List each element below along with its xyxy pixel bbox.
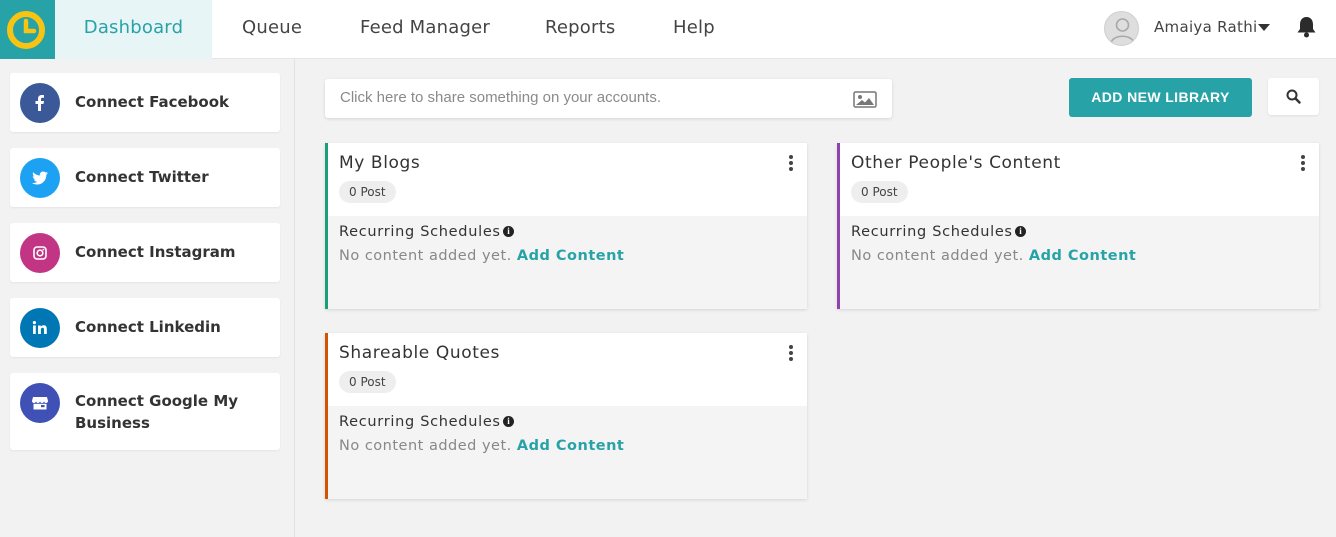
sidebar-item-label: Connect Linkedin: [75, 318, 221, 336]
image-icon[interactable]: [853, 91, 877, 108]
nav-dashboard[interactable]: Dashboard: [55, 0, 212, 59]
google-my-business-icon: [20, 383, 60, 423]
app-logo[interactable]: [0, 0, 55, 59]
add-content-link[interactable]: Add Content: [517, 248, 624, 264]
clock-logo-icon: [7, 11, 45, 49]
search-icon: [1286, 89, 1301, 104]
library-title: Shareable Quotes: [339, 343, 500, 363]
share-composer-input[interactable]: Click here to share something on your ac…: [325, 79, 892, 118]
connect-facebook-card[interactable]: Connect Facebook: [10, 73, 280, 132]
info-icon[interactable]: i: [503, 226, 514, 237]
library-card-other-peoples-content[interactable]: Other People's Content 0 Post Recurring …: [837, 143, 1319, 309]
share-placeholder: Click here to share something on your ac…: [340, 89, 661, 106]
more-options-icon[interactable]: [789, 155, 793, 173]
library-title: Other People's Content: [851, 153, 1061, 173]
post-count-badge: 0 Post: [851, 181, 908, 203]
info-icon[interactable]: i: [503, 416, 514, 427]
nav-queue[interactable]: Queue: [242, 0, 302, 59]
instagram-icon: [20, 233, 60, 273]
bell-icon[interactable]: [1297, 16, 1316, 38]
main-content: Click here to share something on your ac…: [296, 59, 1336, 537]
library-card-header: Shareable Quotes 0 Post: [328, 333, 807, 406]
add-content-link[interactable]: Add Content: [517, 438, 624, 454]
sidebar: Connect Facebook Connect Twitter Connect…: [0, 59, 295, 537]
post-count-badge: 0 Post: [339, 181, 396, 203]
no-content-text: No content added yet.: [851, 248, 1024, 264]
recurring-schedules-label: Recurring Schedules: [851, 224, 1013, 240]
recurring-schedules-label: Recurring Schedules: [339, 414, 501, 430]
sidebar-item-label: Connect Facebook: [75, 93, 230, 111]
empty-state-text: No content added yet. Add Content: [339, 438, 624, 454]
user-icon: [1110, 18, 1135, 44]
top-nav: Dashboard Queue Feed Manager Reports Hel…: [0, 0, 1336, 59]
empty-state-text: No content added yet. Add Content: [339, 248, 624, 264]
sidebar-item-label: Connect Twitter: [75, 168, 209, 186]
facebook-icon: [20, 83, 60, 123]
add-content-link[interactable]: Add Content: [1029, 248, 1136, 264]
add-new-library-button[interactable]: ADD NEW LIBRARY: [1069, 78, 1252, 117]
sidebar-item-label: Connect Google My Business: [75, 392, 239, 432]
connect-twitter-card[interactable]: Connect Twitter: [10, 148, 280, 207]
more-options-icon[interactable]: [1301, 155, 1305, 173]
library-card-header: Other People's Content 0 Post: [840, 143, 1319, 216]
no-content-text: No content added yet.: [339, 438, 512, 454]
nav-reports[interactable]: Reports: [545, 0, 615, 59]
connect-linkedin-card[interactable]: Connect Linkedin: [10, 298, 280, 357]
no-content-text: No content added yet.: [339, 248, 512, 264]
user-name[interactable]: Amaiya Rathi: [1154, 18, 1258, 36]
library-card-header: My Blogs 0 Post: [328, 143, 807, 216]
library-card-shareable-quotes[interactable]: Shareable Quotes 0 Post Recurring Schedu…: [325, 333, 807, 499]
nav-help[interactable]: Help: [673, 0, 715, 59]
twitter-icon: [20, 158, 60, 198]
post-count-badge: 0 Post: [339, 371, 396, 393]
connect-google-my-business-card[interactable]: Connect Google My Business: [10, 373, 280, 450]
search-button[interactable]: [1268, 78, 1319, 115]
user-avatar[interactable]: [1104, 11, 1139, 46]
chevron-down-icon[interactable]: [1258, 24, 1270, 31]
nav-feed-manager[interactable]: Feed Manager: [360, 0, 490, 59]
linkedin-icon: [20, 308, 60, 348]
info-icon[interactable]: i: [1015, 226, 1026, 237]
empty-state-text: No content added yet. Add Content: [851, 248, 1136, 264]
library-card-my-blogs[interactable]: My Blogs 0 Post Recurring Schedules i No…: [325, 143, 807, 309]
library-title: My Blogs: [339, 153, 421, 173]
recurring-schedules-label: Recurring Schedules: [339, 224, 501, 240]
more-options-icon[interactable]: [789, 345, 793, 363]
sidebar-item-label: Connect Instagram: [75, 243, 236, 261]
connect-instagram-card[interactable]: Connect Instagram: [10, 223, 280, 282]
